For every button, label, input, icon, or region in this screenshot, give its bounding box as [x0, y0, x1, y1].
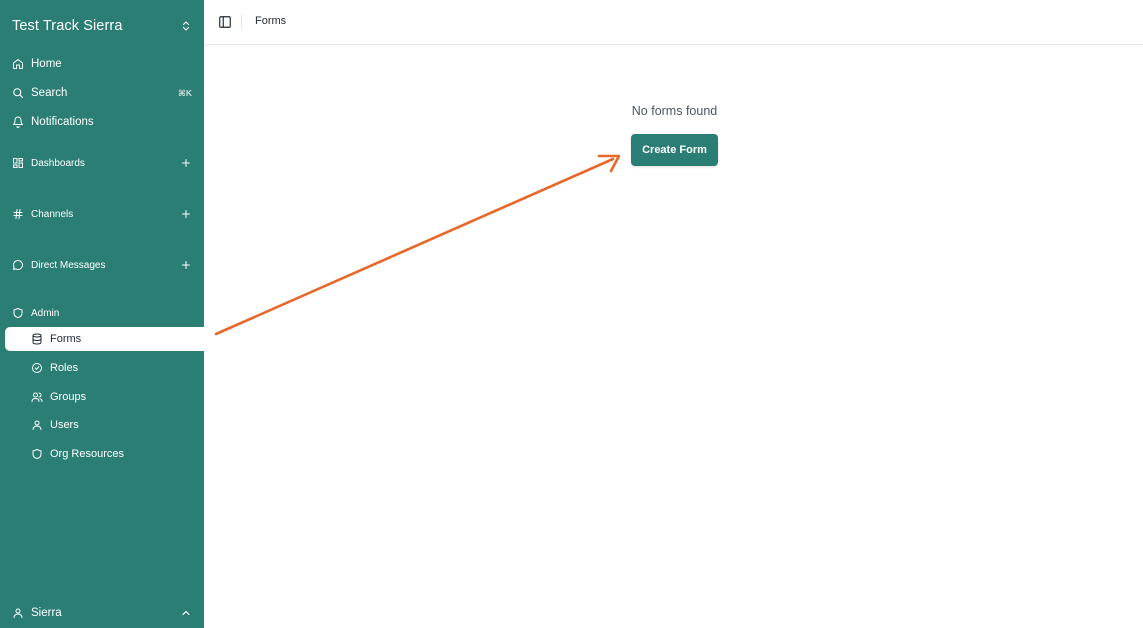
nav-channels-label: Channels	[31, 208, 74, 220]
sidebar-item-forms-label: Forms	[50, 333, 82, 345]
sidebar-item-groups[interactable]: Groups	[31, 387, 196, 407]
shield-icon	[12, 307, 24, 319]
nav-direct-messages[interactable]: Direct Messages	[12, 255, 192, 275]
nav-search[interactable]: Search ⌘K	[12, 83, 192, 103]
workspace-name: Test Track Sierra	[12, 18, 123, 34]
search-icon	[12, 87, 24, 99]
sidebar-item-org-resources[interactable]: Org Resources	[31, 444, 196, 464]
add-direct-message-icon[interactable]	[180, 259, 192, 271]
chevron-up-icon	[180, 607, 192, 619]
create-form-button[interactable]: Create Form	[631, 134, 718, 166]
nav-admin[interactable]: Admin	[12, 303, 192, 323]
sidebar-item-groups-label: Groups	[50, 391, 87, 403]
sidebar: Test Track Sierra Home Search ⌘K Notific…	[0, 0, 209, 628]
nav-notifications-label: Notifications	[31, 116, 94, 128]
sidebar-item-users-label: Users	[50, 419, 79, 431]
home-icon	[12, 58, 24, 70]
user-icon	[31, 419, 43, 431]
nav-dashboards[interactable]: Dashboards	[12, 153, 192, 173]
nav-direct-messages-label: Direct Messages	[31, 259, 106, 271]
sidebar-item-forms[interactable]: Forms	[31, 329, 196, 349]
grid-icon	[12, 157, 24, 169]
sidebar-item-users[interactable]: Users	[31, 415, 196, 435]
nav-search-label: Search	[31, 87, 68, 99]
nav-notifications[interactable]: Notifications	[12, 112, 192, 132]
nav-channels[interactable]: Channels	[12, 204, 192, 224]
sidebar-item-roles-label: Roles	[50, 362, 79, 374]
add-dashboard-icon[interactable]	[180, 157, 192, 169]
user-name: Sierra	[31, 607, 62, 619]
sidebar-item-org-resources-label: Org Resources	[50, 448, 124, 460]
nav-home-label: Home	[31, 58, 62, 70]
hash-icon	[12, 208, 24, 220]
empty-state-message: No forms found	[631, 104, 718, 118]
nav-dashboards-label: Dashboards	[31, 157, 85, 169]
nav-admin-label: Admin	[31, 307, 60, 319]
user-menu[interactable]: Sierra	[12, 603, 192, 623]
bell-icon	[12, 116, 24, 128]
shield-icon	[31, 448, 43, 460]
chevrons-up-down-icon	[182, 21, 190, 31]
chat-icon	[12, 259, 24, 271]
search-shortcut: ⌘K	[177, 87, 192, 98]
workspace-switcher[interactable]: Test Track Sierra	[12, 16, 192, 36]
breadcrumb: Forms	[255, 15, 287, 27]
sidebar-item-roles[interactable]: Roles	[31, 358, 196, 378]
users-icon	[31, 391, 43, 403]
add-channel-icon[interactable]	[180, 208, 192, 220]
header-divider	[241, 14, 242, 30]
sidebar-toggle-icon[interactable]	[218, 15, 232, 29]
database-icon	[31, 333, 43, 345]
user-icon	[12, 607, 24, 619]
nav-home[interactable]: Home	[12, 54, 192, 74]
top-header: Forms	[204, 0, 1143, 45]
check-circle-icon	[31, 362, 43, 374]
